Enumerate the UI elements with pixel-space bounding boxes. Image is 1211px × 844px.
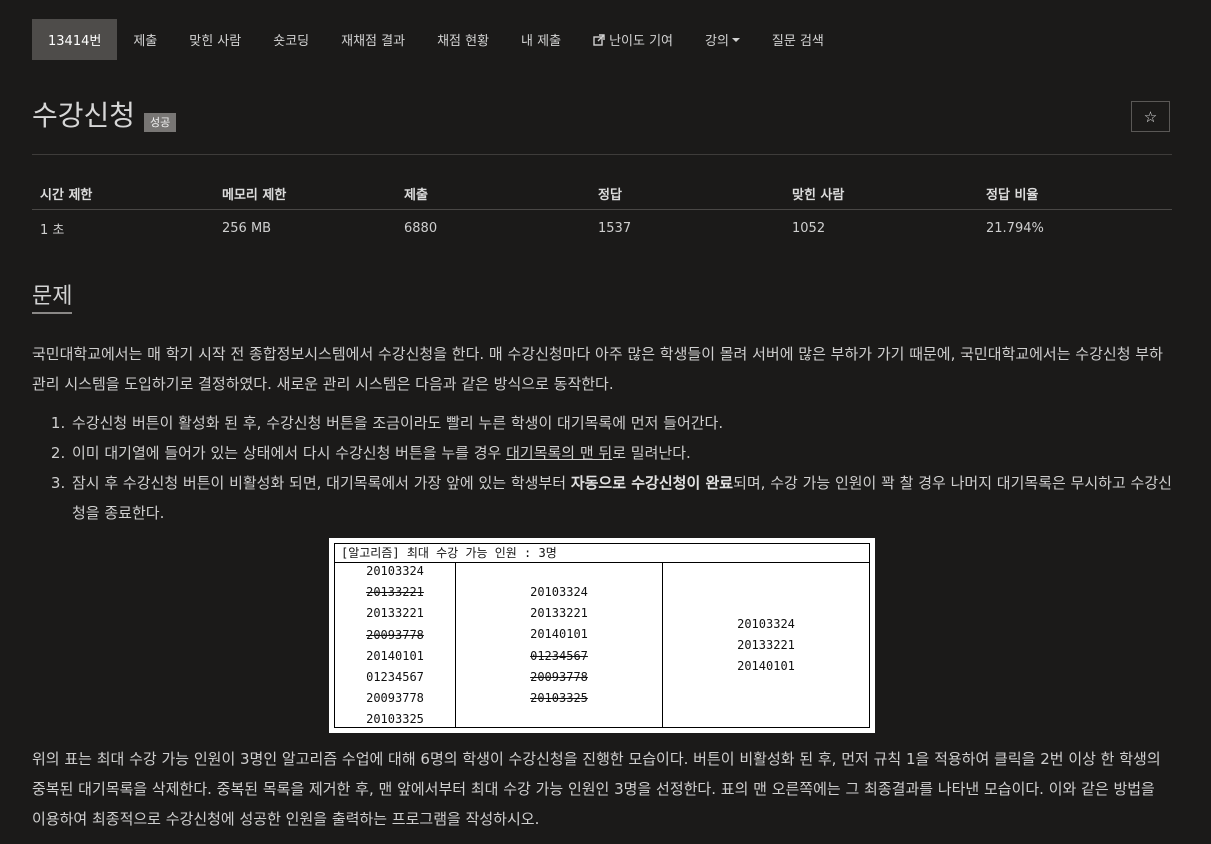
header-ratio: 정답 비율 xyxy=(986,188,1039,203)
figure-entry: 20103324 xyxy=(737,617,795,631)
rule-underlined: 대기목록의 맨 뒤 xyxy=(506,444,613,462)
rule-text: 이미 대기열에 들어가 있는 상태에서 다시 수강신청 버튼을 누를 경우 xyxy=(72,444,507,462)
figure-entry: 20140101 xyxy=(530,627,588,642)
figure-entry-struck: 01234567 xyxy=(530,648,588,663)
section-title-problem: 문제 xyxy=(32,284,73,309)
nav-tab-rejudge[interactable]: 재채점 결과 xyxy=(325,19,421,60)
problem-title-row: 수강신청 성공 xyxy=(32,98,177,134)
figure-header: [알고리즘] 최대 수강 가능 인원 : 3명 xyxy=(335,544,869,563)
nav-label: 난이도 기여 xyxy=(609,34,673,49)
figure-table: [알고리즘] 최대 수강 가능 인원 : 3명 20103324 20133221… xyxy=(334,543,870,728)
value-submissions: 6880 xyxy=(404,220,438,236)
rule-text: 잠시 후 수강신청 버튼이 비활성화 되면, 대기목록에서 가장 앞에 있는 학… xyxy=(72,474,571,492)
nav-tab-my-submissions[interactable]: 내 제출 xyxy=(505,19,577,60)
nav-label: 맞힌 사람 xyxy=(189,34,242,49)
figure-entry: 20103325 xyxy=(366,712,424,727)
nav-tab-lectures[interactable]: 강의 xyxy=(689,19,756,60)
figure-column-deduplicated: 20103324 20133221 20140101 01234567 20093778… xyxy=(456,562,663,727)
nav-tab-difficulty[interactable]: 난이도 기여 xyxy=(577,19,689,60)
external-link-icon xyxy=(593,33,605,46)
value-solvers: 1052 xyxy=(792,220,826,236)
problem-info-table: 시간 제한 메모리 제한 제출 정답 맞힌 사람 정답 비율 1 초 256 M… xyxy=(32,178,1172,246)
value-ratio: 21.794% xyxy=(986,220,1044,236)
figure-entry: 20140101 xyxy=(366,648,424,663)
value-time-limit: 1 초 xyxy=(40,222,65,238)
rules-list: 수강신청 버튼이 활성화 된 후, 수강신청 버튼을 조금이라도 빨리 누른 학… xyxy=(32,408,1172,528)
caret-down-icon xyxy=(731,37,740,42)
nav-label: 13414번 xyxy=(48,34,102,49)
rule-text: 로 밀려난다. xyxy=(612,444,691,462)
problem-intro: 국민대학교에서는 매 학기 시작 전 종합정보시스템에서 수강신청을 한다. 매… xyxy=(32,345,1163,393)
nav-tab-problem[interactable]: 13414번 xyxy=(32,19,118,60)
header-memory-limit: 메모리 제한 xyxy=(222,188,287,203)
figure-entry-struck: 20093778 xyxy=(530,669,588,684)
list-item: 수강신청 버튼이 활성화 된 후, 수강신청 버튼을 조금이라도 빨리 누른 학… xyxy=(70,408,1172,438)
figure-entry-struck: 20093778 xyxy=(366,627,424,642)
header-solvers: 맞힌 사람 xyxy=(792,188,845,203)
figure-entry: 20140101 xyxy=(737,659,795,674)
list-item: 잠시 후 수강신청 버튼이 비활성화 되면, 대기목록에서 가장 앞에 있는 학… xyxy=(70,468,1172,528)
header-submissions: 제출 xyxy=(404,188,428,203)
figure-entry-struck: 20103325 xyxy=(530,691,588,705)
favorite-button[interactable]: ☆ xyxy=(1131,101,1170,132)
page-title: 수강신청 xyxy=(32,99,136,132)
star-icon: ☆ xyxy=(1143,107,1158,126)
figure-entry: 20133221 xyxy=(366,606,424,621)
problem-nav: 13414번 제출 맞힌 사람 숏코딩 재채점 결과 채점 현황 내 제출 난이… xyxy=(32,19,840,60)
nav-label: 채점 현황 xyxy=(437,34,490,49)
nav-tab-shortcoding[interactable]: 숏코딩 xyxy=(257,19,325,60)
table-row: 1 초 256 MB 6880 1537 1052 21.794% xyxy=(32,210,1172,246)
nav-label: 내 제출 xyxy=(521,34,562,49)
figure-column-result: 20103324 20133221 20140101 xyxy=(663,562,869,727)
figure-entry: 20133221 xyxy=(737,638,795,653)
example-figure: [알고리즘] 최대 수강 가능 인원 : 3명 20103324 20133221… xyxy=(329,538,875,733)
problem-outro: 위의 표는 최대 수강 가능 인원이 3명인 알고리즘 수업에 대해 6명의 학… xyxy=(32,750,1161,828)
nav-label: 재채점 결과 xyxy=(341,34,406,49)
header-accepted: 정답 xyxy=(598,188,622,203)
value-memory-limit: 256 MB xyxy=(222,220,272,236)
nav-label: 강의 xyxy=(705,34,729,49)
figure-entry: 01234567 xyxy=(366,670,424,684)
rule-bold: 자동으로 수강신청이 완료 xyxy=(570,474,734,492)
figure-entry-struck: 20133221 xyxy=(366,585,424,600)
list-item: 이미 대기열에 들어가 있는 상태에서 다시 수강신청 버튼을 누를 경우 대기… xyxy=(70,438,1172,468)
nav-label: 질문 검색 xyxy=(771,34,824,49)
nav-tab-status[interactable]: 채점 현황 xyxy=(421,19,505,60)
nav-label: 제출 xyxy=(133,34,158,49)
figure-entry: 20133221 xyxy=(530,606,588,621)
figure-entry: 20103324 xyxy=(530,585,588,599)
nav-label: 숏코딩 xyxy=(273,34,310,49)
figure-entry: 20103324 xyxy=(366,564,424,578)
figure-column-waitlist: 20103324 20133221 20133221 20093778 20140101… xyxy=(335,562,456,727)
value-accepted: 1537 xyxy=(598,220,632,236)
rule-text: 수강신청 버튼이 활성화 된 후, 수강신청 버튼을 조금이라도 빨리 누른 학… xyxy=(72,414,724,432)
nav-tab-solvers[interactable]: 맞힌 사람 xyxy=(173,19,257,60)
figure-entry: 20093778 xyxy=(366,691,424,706)
status-badge: 성공 xyxy=(144,113,177,132)
title-divider xyxy=(32,154,1172,155)
nav-tab-questions[interactable]: 질문 검색 xyxy=(756,19,840,60)
table-header-row: 시간 제한 메모리 제한 제출 정답 맞힌 사람 정답 비율 xyxy=(32,178,1172,210)
header-time-limit: 시간 제한 xyxy=(40,188,93,203)
nav-tab-submit[interactable]: 제출 xyxy=(117,19,173,60)
section-underline xyxy=(32,312,72,314)
